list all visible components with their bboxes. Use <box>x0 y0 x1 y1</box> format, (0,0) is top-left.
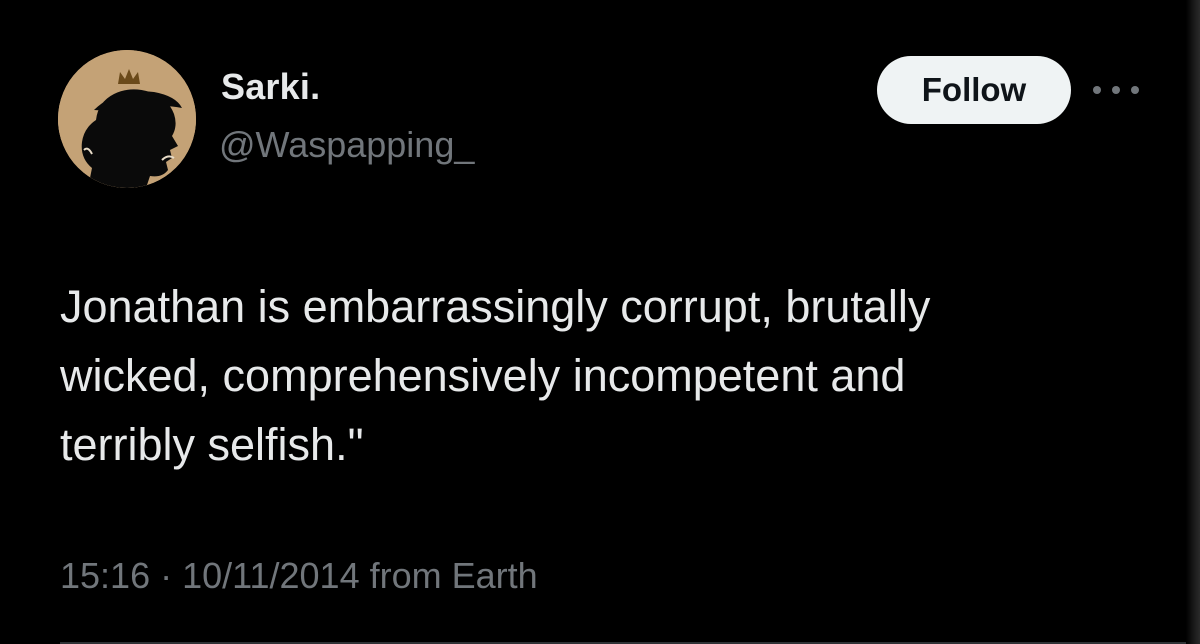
author-handle[interactable]: @Waspapping_ <box>219 124 474 166</box>
author-display-name[interactable]: Sarki. <box>221 66 320 108</box>
more-dot <box>1093 86 1101 94</box>
avatar[interactable] <box>58 50 196 188</box>
more-dot <box>1131 86 1139 94</box>
follow-button[interactable]: Follow <box>877 56 1071 124</box>
silhouette-with-crown-icon <box>58 50 196 188</box>
more-dot <box>1112 86 1120 94</box>
more-horizontal-icon[interactable] <box>1093 78 1139 102</box>
screen-edge <box>1186 0 1200 644</box>
tweet-card: Sarki. @Waspapping_ Follow Jonathan is e… <box>0 0 1200 644</box>
tweet-timestamp[interactable]: 15:16 · 10/11/2014 from Earth <box>60 555 538 597</box>
tweet-text: Jonathan is embarrassingly corrupt, brut… <box>60 281 931 470</box>
